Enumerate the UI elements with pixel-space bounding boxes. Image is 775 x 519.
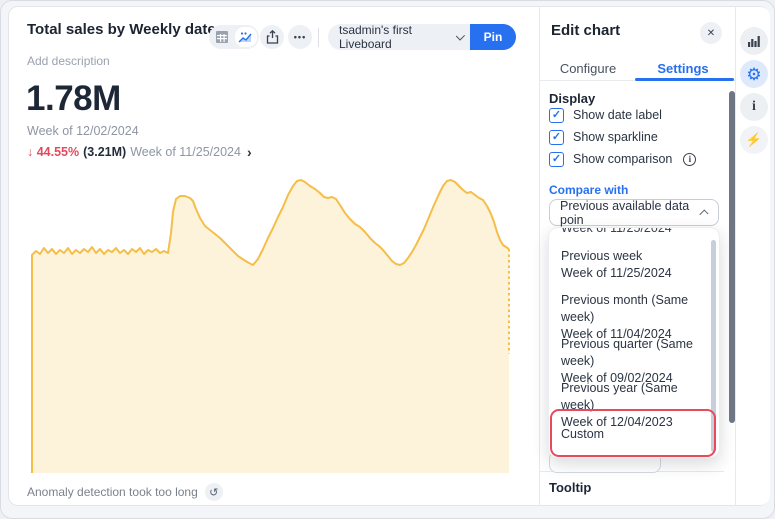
checkbox-show-comparison[interactable]: ✓ Show comparison i [549,151,696,167]
close-icon: ✕ [707,28,715,39]
kpi-value: 1.78M [26,79,121,119]
panel-title: Edit chart [551,22,620,39]
tooltip-section-heading: Tooltip [549,480,591,495]
app-frame: Total sales by Weekly date Add descripti… [0,0,775,519]
gear-icon: ⚙ [746,66,761,83]
checkbox-checked-icon[interactable]: ✓ [549,130,564,145]
checkbox-label: Show date label [573,108,662,122]
toolbar-divider [318,28,319,47]
comparison-period: Week of 11/25/2024 [130,145,241,159]
chart-options-button[interactable] [740,27,768,55]
checkbox-show-date-label[interactable]: ✓ Show date label [549,107,662,123]
liveboard-selector-label: tsadmin's first Liveboard [339,23,450,51]
tab-configure[interactable]: Configure [552,57,624,79]
info-button[interactable]: i [740,93,768,121]
compare-with-dropdown: Week of 11/25/2024 Previous week Week of… [548,227,720,458]
checkbox-label: Show sparkline [573,130,658,144]
right-icon-rail: ⚙ i ⚡ [735,7,770,505]
table-view-button[interactable] [211,27,234,47]
add-description-link[interactable]: Add description [27,54,110,68]
display-section-heading: Display [549,91,595,106]
close-panel-button[interactable]: ✕ [700,22,722,44]
panel-scrollbar[interactable] [729,91,735,423]
kpi-visualization-card: Total sales by Weekly date Add descripti… [8,6,769,506]
option-custom[interactable]: Custom [549,426,709,443]
edit-chart-panel: Edit chart ✕ Configure Settings Display … [539,7,735,505]
share-icon [266,30,279,44]
change-percent: ↓ 44.55% [27,145,79,159]
pin-button[interactable]: Pin [470,24,516,50]
kpi-comparison-row[interactable]: ↓ 44.55% (3.21M) Week of 11/25/2024 › [27,144,252,160]
compare-with-select[interactable]: Previous available data poin [549,199,719,226]
chart-view-button[interactable] [235,27,258,47]
sparkline-chart [9,162,539,482]
more-options-button[interactable]: ••• [288,25,312,49]
anomaly-message: Anomaly detection took too long [27,485,198,499]
option-title: Custom [561,426,709,443]
refresh-icon: ↺ [209,486,218,499]
option-title: Previous month (Same week) [561,292,709,326]
chevron-down-icon [456,31,465,40]
tab-settings-label: Settings [657,61,708,76]
chevron-right-icon: › [247,144,252,160]
option-previous-week[interactable]: Previous week Week of 11/25/2024 [549,248,709,282]
tab-configure-label: Configure [560,61,616,76]
info-icon[interactable]: i [683,153,696,166]
dropdown-scrollbar[interactable] [711,240,716,452]
option-subtitle: Week of 11/25/2024 [561,265,709,282]
liveboard-selector[interactable]: tsadmin's first Liveboard [328,24,470,50]
chart-title: Total sales by Weekly date [27,21,216,38]
compare-with-label[interactable]: Compare with [549,183,628,197]
active-tab-underline [635,78,734,81]
check-icon: ✓ [552,132,561,143]
table-icon [215,30,229,44]
option-previous-year[interactable]: Previous year (Same week) Week of 12/04/… [549,380,709,431]
option-title: Previous year (Same week) [561,380,709,414]
info-glyph: i [689,154,692,164]
check-icon: ✓ [552,154,561,165]
tab-settings[interactable]: Settings [639,57,727,79]
option-title: Previous quarter (Same week) [561,336,709,370]
retry-button[interactable]: ↺ [205,483,223,501]
spotiq-button[interactable]: ⚡ [740,126,768,154]
viz-type-toggle [209,25,259,49]
sparkline-chart-icon [238,31,253,44]
sparkline-area [32,180,509,473]
bar-chart-icon [747,35,761,48]
settings-button[interactable]: ⚙ [740,60,768,88]
share-button[interactable] [260,25,284,49]
check-icon: ✓ [552,110,561,121]
kpi-period-label: Week of 12/02/2024 [27,124,139,138]
anomaly-status-row: Anomaly detection took too long ↺ [27,483,223,501]
checkbox-show-sparkline[interactable]: ✓ Show sparkline [549,129,658,145]
info-icon: i [752,99,756,115]
change-absolute: (3.21M) [83,145,126,159]
dropdown-clipped-option[interactable]: Week of 11/25/2024 [549,228,709,241]
compare-with-selected-value: Previous available data poin [560,199,702,227]
checkbox-checked-icon[interactable]: ✓ [549,152,564,167]
lightning-icon: ⚡ [746,132,762,148]
pin-button-label: Pin [484,30,503,44]
checkbox-checked-icon[interactable]: ✓ [549,108,564,123]
ellipsis-icon: ••• [294,32,306,42]
checkbox-label: Show comparison [573,152,672,166]
clipped-option-text: Week of 11/25/2024 [549,228,709,235]
option-title: Previous week [561,248,709,265]
